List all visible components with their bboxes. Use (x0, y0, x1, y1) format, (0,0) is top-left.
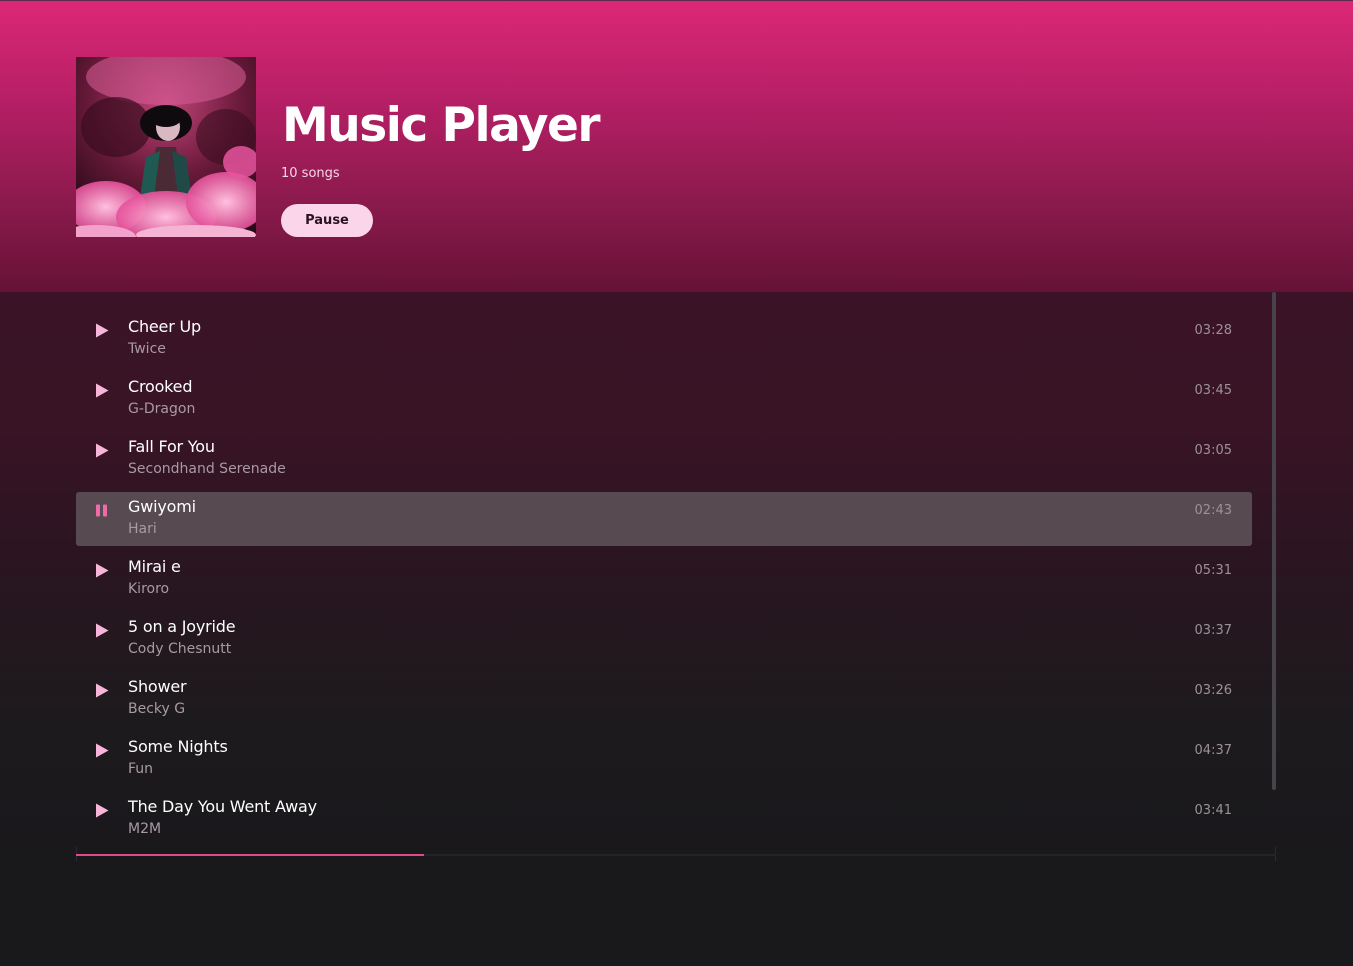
play-icon[interactable] (95, 443, 109, 459)
play-icon[interactable] (95, 743, 109, 759)
song-row[interactable]: Mirai e Kiroro 05:31 (76, 552, 1252, 606)
song-count: 10 songs (281, 166, 340, 181)
play-icon[interactable] (95, 623, 109, 639)
song-duration: 03:28 (1194, 323, 1232, 338)
song-artist: Fun (128, 761, 154, 777)
song-duration: 04:37 (1194, 743, 1232, 758)
song-row[interactable]: 5 on a Joyride Cody Chesnutt 03:37 (76, 612, 1252, 666)
song-duration: 03:37 (1194, 623, 1232, 638)
song-duration: 03:45 (1194, 383, 1232, 398)
pause-icon[interactable] (95, 503, 109, 519)
scrollbar-thumb[interactable] (1272, 292, 1276, 790)
song-title: Some Nights (128, 737, 228, 756)
song-artist: Secondhand Serenade (128, 461, 286, 477)
song-title: Cheer Up (128, 317, 201, 336)
song-duration: 03:26 (1194, 683, 1232, 698)
song-title: Crooked (128, 377, 193, 396)
song-title: Shower (128, 677, 187, 696)
song-artist: Becky G (128, 701, 186, 717)
song-title: The Day You Went Away (128, 797, 317, 816)
song-duration: 05:31 (1194, 563, 1232, 578)
song-row[interactable]: Crooked G-Dragon 03:45 (76, 372, 1252, 426)
song-row[interactable]: Some Nights Fun 04:37 (76, 732, 1252, 786)
song-title: Mirai e (128, 557, 181, 576)
page-title: Music Player (282, 98, 601, 153)
song-duration: 03:41 (1194, 803, 1232, 818)
play-icon[interactable] (95, 683, 109, 699)
play-icon[interactable] (95, 383, 109, 399)
progress-bar[interactable] (76, 854, 1276, 856)
song-duration: 03:05 (1194, 443, 1232, 458)
song-row[interactable]: Shower Becky G 03:26 (76, 672, 1252, 726)
song-artist: G-Dragon (128, 401, 196, 417)
song-row[interactable]: Gwiyomi Hari 02:43 (76, 492, 1252, 546)
song-title: 5 on a Joyride (128, 617, 236, 636)
song-artist: M2M (128, 821, 162, 837)
play-icon[interactable] (95, 563, 109, 579)
song-row[interactable]: Fall For You Secondhand Serenade 03:05 (76, 432, 1252, 486)
song-duration: 02:43 (1194, 503, 1232, 518)
song-list: Cheer Up Twice 03:28 Crooked G-Dragon 03:45 Fa… (0, 292, 1353, 855)
play-icon[interactable] (95, 323, 109, 339)
progress-fill (76, 854, 424, 856)
song-artist: Kiroro (128, 581, 170, 597)
song-artist: Hari (128, 521, 157, 537)
play-icon[interactable] (95, 803, 109, 819)
song-artist: Cody Chesnutt (128, 641, 232, 657)
song-row[interactable]: The Day You Went Away M2M 03:41 (76, 792, 1252, 846)
playlist-header: Music Player 10 songs Pause (0, 0, 1353, 292)
scrollbar[interactable] (1272, 292, 1276, 855)
song-title: Fall For You (128, 437, 215, 456)
song-artist: Twice (128, 341, 166, 357)
song-title: Gwiyomi (128, 497, 196, 516)
song-row[interactable]: Cheer Up Twice 03:28 (76, 312, 1252, 366)
album-cover-image (76, 57, 256, 237)
pause-button[interactable]: Pause (281, 204, 373, 237)
